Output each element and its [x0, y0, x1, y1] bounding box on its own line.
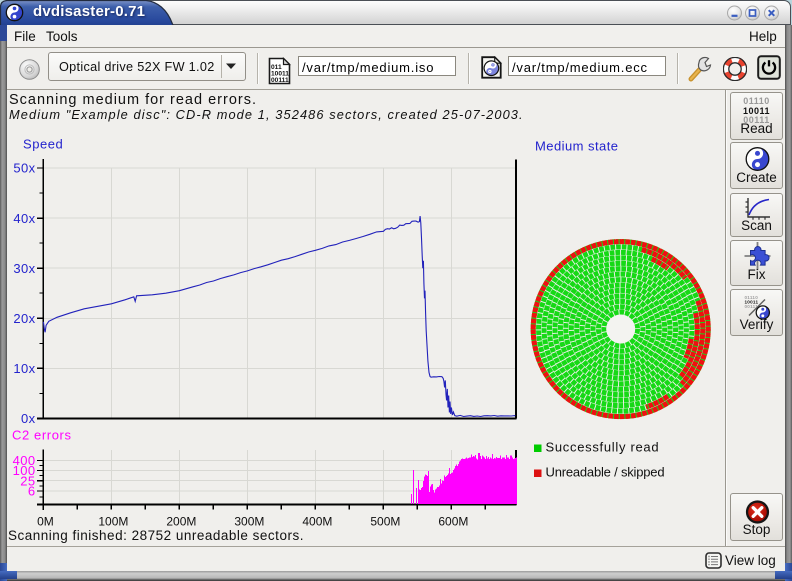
svg-text:00111: 00111 — [271, 77, 289, 84]
